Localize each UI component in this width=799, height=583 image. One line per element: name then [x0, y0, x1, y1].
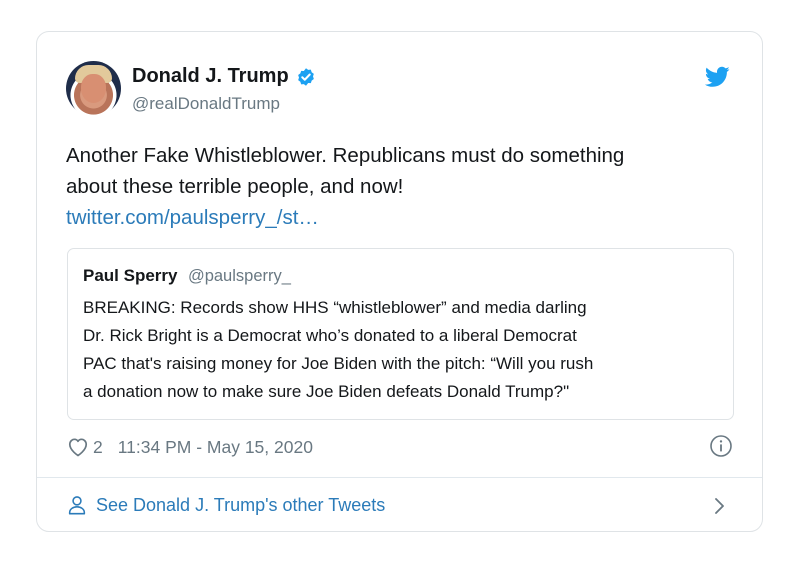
chevron-right-icon[interactable]	[709, 495, 729, 517]
twitter-bird-icon[interactable]	[705, 66, 730, 88]
avatar-face	[81, 74, 106, 103]
quoted-tweet[interactable]: Paul Sperry @paulsperry_ BREAKING: Recor…	[67, 248, 734, 420]
tweet-link[interactable]: twitter.com/paulsperry_/st…	[66, 202, 736, 233]
info-icon[interactable]	[709, 434, 733, 458]
heart-icon[interactable]	[66, 435, 90, 459]
tweet-timestamp[interactable]: 11:34 PM - May 15, 2020	[118, 437, 313, 458]
other-tweets-label[interactable]: See Donald J. Trump's other Tweets	[96, 495, 385, 516]
tweet-text-line: about these terrible people, and now!	[66, 175, 404, 198]
footer-divider	[37, 477, 762, 478]
tweet-meta-row: 2 11:34 PM - May 15, 2020	[66, 435, 313, 459]
quoted-author-name: Paul Sperry	[83, 266, 178, 285]
tweet-text: Another Fake Whistleblower. Republicans …	[66, 140, 736, 233]
quoted-text-line: a donation now to make sure Joe Biden de…	[83, 382, 570, 401]
quoted-tweet-body: BREAKING: Records show HHS “whistleblowe…	[83, 294, 723, 406]
author-handle[interactable]: @realDonaldTrump	[132, 94, 280, 114]
other-tweets-link[interactable]: See Donald J. Trump's other Tweets	[66, 494, 385, 516]
quoted-text-line: PAC that's raising money for Joe Biden w…	[83, 354, 594, 373]
verified-badge-icon	[297, 67, 314, 86]
author-name-row: Donald J. Trump	[132, 65, 316, 88]
tweet-text-line: Another Fake Whistleblower. Republicans …	[66, 144, 625, 167]
quoted-tweet-header: Paul Sperry @paulsperry_	[83, 266, 291, 286]
avatar[interactable]	[66, 61, 121, 116]
quoted-author-handle: @paulsperry_	[187, 267, 291, 285]
embedded-tweet-card: Donald J. Trump @realDonaldTrump Another…	[36, 31, 763, 532]
like-count[interactable]: 2	[93, 437, 103, 458]
quoted-text-line: Dr. Rick Bright is a Democrat who’s dona…	[83, 326, 577, 345]
quoted-text-line: BREAKING: Records show HHS “whistleblowe…	[83, 298, 587, 317]
author-display-name[interactable]: Donald J. Trump	[132, 65, 289, 88]
person-icon	[68, 496, 86, 515]
